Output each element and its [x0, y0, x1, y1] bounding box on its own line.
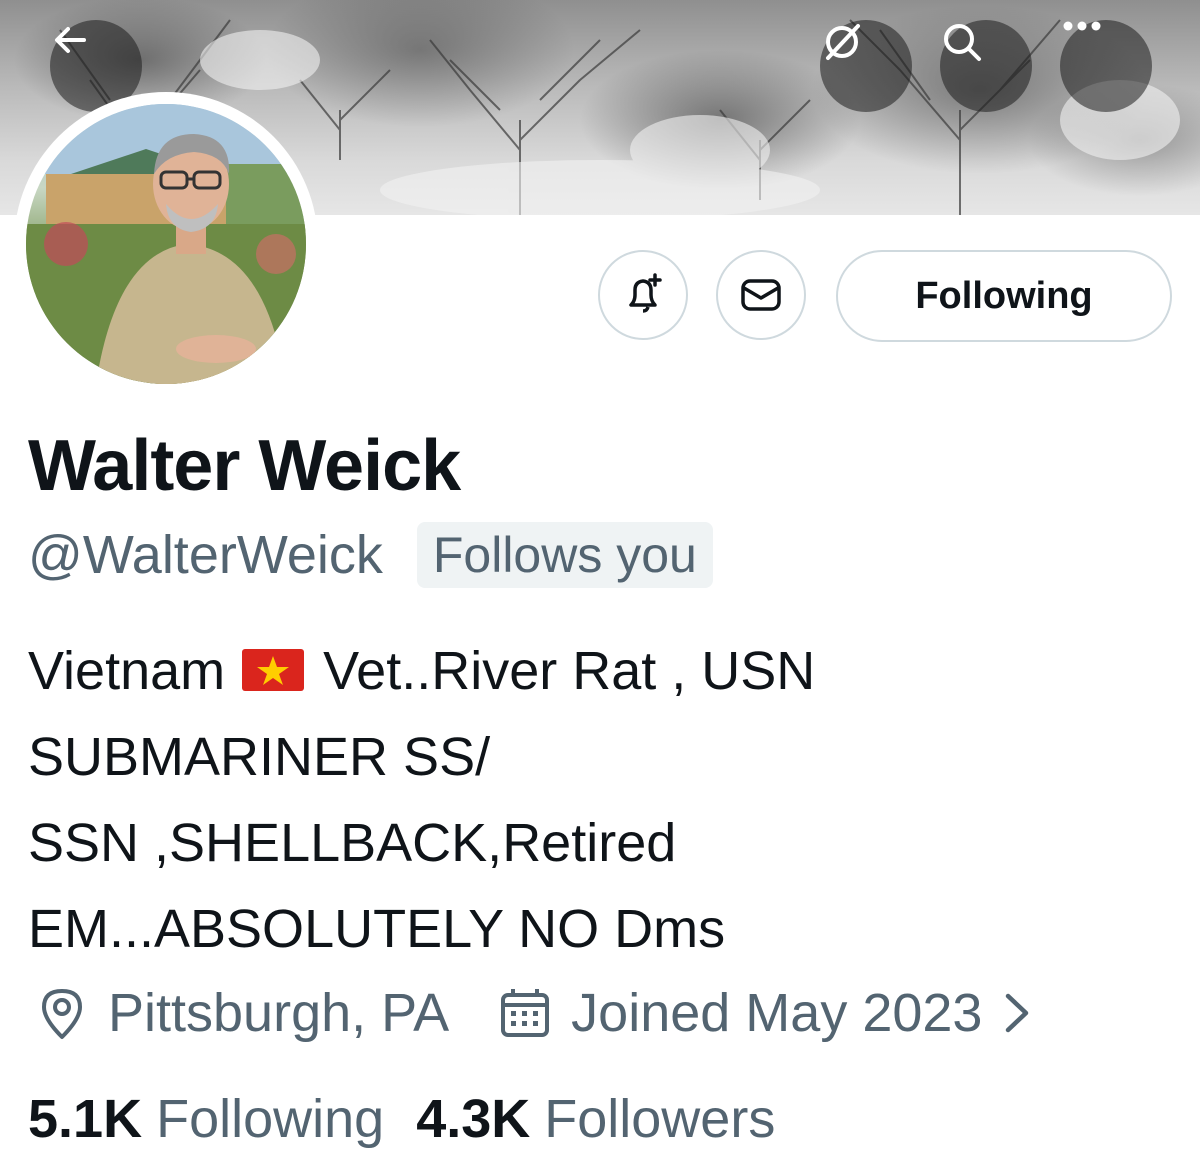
bio-line: SSN ,SHELLBACK,Retired	[28, 813, 677, 873]
profile-meta: Pittsburgh, PA Joined May 2023	[32, 982, 1036, 1044]
followers-stat[interactable]: 4.3K Followers	[416, 1088, 775, 1150]
location-pin-icon	[42, 989, 82, 1039]
following-count: 5.1K	[28, 1089, 143, 1149]
followers-label: Followers	[544, 1089, 776, 1149]
bio-text: Vietnam	[28, 641, 241, 701]
chevron-right-icon	[1006, 993, 1029, 1033]
bio-line: EM...ABSOLUTELY NO Dms	[28, 899, 726, 959]
envelope-icon	[741, 279, 781, 311]
bio-line: SUBMARINER SS/	[28, 727, 491, 787]
search-button[interactable]	[940, 20, 1032, 112]
avatar[interactable]	[26, 104, 306, 384]
joined-date[interactable]: Joined May 2023	[495, 982, 1036, 1044]
bio-text: Vet..River Rat , USN	[308, 641, 816, 701]
handle: @WalterWeick	[28, 525, 383, 585]
handle-row: @WalterWeick Follows you	[28, 522, 713, 588]
more-button[interactable]	[1060, 20, 1152, 112]
display-name: Walter Weick	[28, 426, 461, 506]
joined-text: Joined May 2023	[571, 983, 983, 1043]
location-text: Pittsburgh, PA	[108, 983, 450, 1043]
message-button[interactable]	[716, 250, 806, 340]
location: Pittsburgh, PA	[32, 982, 449, 1044]
avatar-image	[26, 104, 306, 384]
followers-count: 4.3K	[416, 1089, 531, 1149]
calendar-icon	[501, 989, 550, 1037]
follow-stats: 5.1K Following 4.3K Followers	[28, 1088, 775, 1150]
arrow-left-icon	[55, 27, 86, 53]
avatar-frame	[14, 92, 318, 396]
bio-line: Vietnam Vet..River Rat , USN	[28, 628, 1178, 714]
grok-button[interactable]	[820, 20, 912, 112]
following-stat[interactable]: 5.1K Following	[28, 1088, 384, 1150]
search-icon	[944, 24, 981, 61]
notify-button[interactable]	[598, 250, 688, 340]
following-label: Following	[156, 1089, 385, 1149]
grok-icon	[826, 24, 860, 60]
follows-you-badge: Follows you	[416, 522, 713, 588]
vietnam-flag-icon	[242, 649, 305, 691]
more-icon	[1063, 21, 1101, 31]
bio: Vietnam Vet..River Rat , USN SUBMARINER …	[28, 628, 1178, 972]
bell-plus-icon	[629, 273, 662, 313]
following-button[interactable]: Following	[836, 250, 1172, 342]
